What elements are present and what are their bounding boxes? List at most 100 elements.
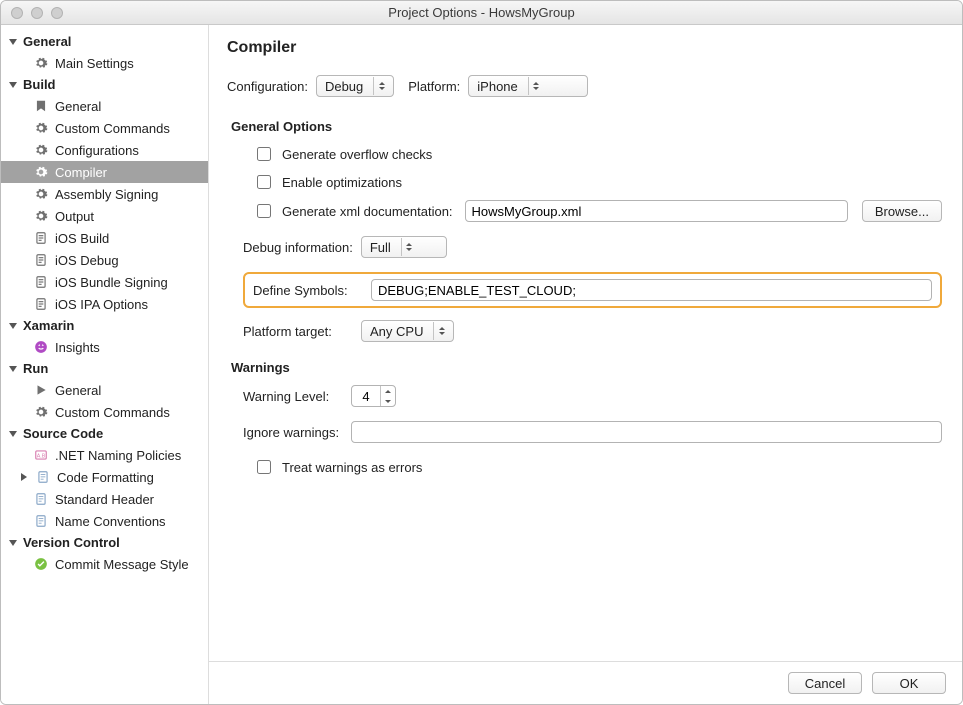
- sidebar-item-label: Main Settings: [55, 56, 134, 71]
- define-symbols-highlight: Define Symbols:: [243, 272, 942, 308]
- treat-warnings-label: Treat warnings as errors: [282, 460, 422, 475]
- sidebar-item-ios-bundle-signing[interactable]: iOS Bundle Signing: [1, 271, 208, 293]
- chevron-updown-icon: [528, 77, 544, 95]
- disclosure-triangle-icon: [9, 540, 17, 546]
- sidebar-item-insights[interactable]: Insights: [1, 336, 208, 358]
- sidebar-section-build[interactable]: Build: [1, 74, 208, 95]
- sidebar-item-compiler[interactable]: Compiler: [1, 161, 208, 183]
- sidebar-item-name-conventions[interactable]: Name Conventions: [1, 510, 208, 532]
- disclosure-triangle-icon: [9, 39, 17, 45]
- sidebar-item-ios-ipa-options[interactable]: iOS IPA Options: [1, 293, 208, 315]
- sidebar-item-configurations[interactable]: Configurations: [1, 139, 208, 161]
- platform-select[interactable]: iPhone: [468, 75, 588, 97]
- sidebar-item-label: General: [55, 383, 101, 398]
- sidebar-item--net-naming-policies[interactable]: A.B .NET Naming Policies: [1, 444, 208, 466]
- sidebar-item-standard-header[interactable]: Standard Header: [1, 488, 208, 510]
- disclosure-triangle-icon: [9, 366, 17, 372]
- configuration-select[interactable]: Debug: [316, 75, 394, 97]
- gear-icon: [33, 186, 49, 202]
- sidebar-item-code-formatting[interactable]: Code Formatting: [1, 466, 208, 488]
- ok-button[interactable]: OK: [872, 672, 946, 694]
- gear-icon: [33, 164, 49, 180]
- browse-button[interactable]: Browse...: [862, 200, 942, 222]
- sidebar-item-custom-commands[interactable]: Custom Commands: [1, 117, 208, 139]
- disclosure-triangle-icon: [9, 82, 17, 88]
- doc-icon: [33, 296, 49, 312]
- play-icon: [33, 382, 49, 398]
- sidebar-item-label: iOS Build: [55, 231, 109, 246]
- sidebar-item-commit-message-style[interactable]: Commit Message Style: [1, 553, 208, 575]
- sidebar-section-label: Version Control: [23, 535, 120, 550]
- doc-icon: [33, 274, 49, 290]
- sidebar-item-label: Commit Message Style: [55, 557, 189, 572]
- cancel-button[interactable]: Cancel: [788, 672, 862, 694]
- sidebar-item-label: Standard Header: [55, 492, 154, 507]
- define-symbols-input[interactable]: [371, 279, 932, 301]
- sidebar-section-label: General: [23, 34, 71, 49]
- warning-level-value[interactable]: [352, 386, 380, 406]
- sidebar-item-main-settings[interactable]: Main Settings: [1, 52, 208, 74]
- sidebar-section-run[interactable]: Run: [1, 358, 208, 379]
- flag-icon: [33, 98, 49, 114]
- sidebar-item-label: Custom Commands: [55, 121, 170, 136]
- sidebar-item-label: iOS Bundle Signing: [55, 275, 168, 290]
- sidebar-section-version-control[interactable]: Version Control: [1, 532, 208, 553]
- sidebar-section-general[interactable]: General: [1, 31, 208, 52]
- generate-overflow-checkbox[interactable]: [257, 147, 271, 161]
- generate-xmldoc-checkbox[interactable]: [257, 204, 271, 218]
- enable-optimizations-label: Enable optimizations: [282, 175, 402, 190]
- configuration-value: Debug: [325, 79, 363, 94]
- sidebar-item-general[interactable]: General: [1, 379, 208, 401]
- sidebar-item-label: General: [55, 99, 101, 114]
- sidebar-item-assembly-signing[interactable]: Assembly Signing: [1, 183, 208, 205]
- sidebar-item-ios-debug[interactable]: iOS Debug: [1, 249, 208, 271]
- sidebar-item-custom-commands[interactable]: Custom Commands: [1, 401, 208, 423]
- gear-icon: [33, 120, 49, 136]
- platform-target-value: Any CPU: [370, 324, 423, 339]
- enable-optimizations-checkbox[interactable]: [257, 175, 271, 189]
- step-up-icon[interactable]: [381, 386, 395, 396]
- platform-label: Platform:: [408, 79, 460, 94]
- warning-level-stepper[interactable]: [351, 385, 396, 407]
- dialog-footer: Cancel OK: [209, 661, 962, 704]
- abox-icon: A.B: [33, 447, 49, 463]
- titlebar: Project Options - HowsMyGroup: [1, 1, 962, 25]
- sidebar-section-xamarin[interactable]: Xamarin: [1, 315, 208, 336]
- sidebar-section-label: Build: [23, 77, 56, 92]
- ignore-warnings-input[interactable]: [351, 421, 942, 443]
- sidebar-section-label: Run: [23, 361, 48, 376]
- sidebar-item-label: Name Conventions: [55, 514, 166, 529]
- treat-warnings-checkbox[interactable]: [257, 460, 271, 474]
- sidebar-item-ios-build[interactable]: iOS Build: [1, 227, 208, 249]
- generate-overflow-label: Generate overflow checks: [282, 147, 432, 162]
- pagei-icon: [35, 469, 51, 485]
- sidebar-section-label: Source Code: [23, 426, 103, 441]
- sidebar-item-general[interactable]: General: [1, 95, 208, 117]
- sidebar-item-label: Compiler: [55, 165, 107, 180]
- sidebar-item-label: .NET Naming Policies: [55, 448, 181, 463]
- step-down-icon[interactable]: [381, 396, 395, 406]
- doc-icon: [33, 252, 49, 268]
- sidebar-item-label: Configurations: [55, 143, 139, 158]
- pagei-icon: [33, 491, 49, 507]
- window-title: Project Options - HowsMyGroup: [1, 5, 962, 20]
- chevron-updown-icon: [401, 238, 417, 256]
- sidebar-item-label: iOS Debug: [55, 253, 119, 268]
- sidebar-item-label: Output: [55, 209, 94, 224]
- general-options-head: General Options: [231, 119, 942, 134]
- sidebar-section-source-code[interactable]: Source Code: [1, 423, 208, 444]
- gear-icon: [33, 142, 49, 158]
- debuginfo-value: Full: [370, 240, 391, 255]
- warning-level-label: Warning Level:: [243, 389, 343, 404]
- xmldoc-path-input[interactable]: [465, 200, 848, 222]
- sidebar-item-label: Code Formatting: [57, 470, 154, 485]
- disclosure-triangle-icon: [9, 431, 17, 437]
- purple-icon: [33, 339, 49, 355]
- sidebar-item-output[interactable]: Output: [1, 205, 208, 227]
- svg-text:A.B: A.B: [37, 453, 46, 459]
- debuginfo-select[interactable]: Full: [361, 236, 447, 258]
- gear-icon: [33, 208, 49, 224]
- configuration-label: Configuration:: [227, 79, 308, 94]
- generate-xmldoc-label: Generate xml documentation:: [282, 204, 453, 219]
- platform-target-select[interactable]: Any CPU: [361, 320, 454, 342]
